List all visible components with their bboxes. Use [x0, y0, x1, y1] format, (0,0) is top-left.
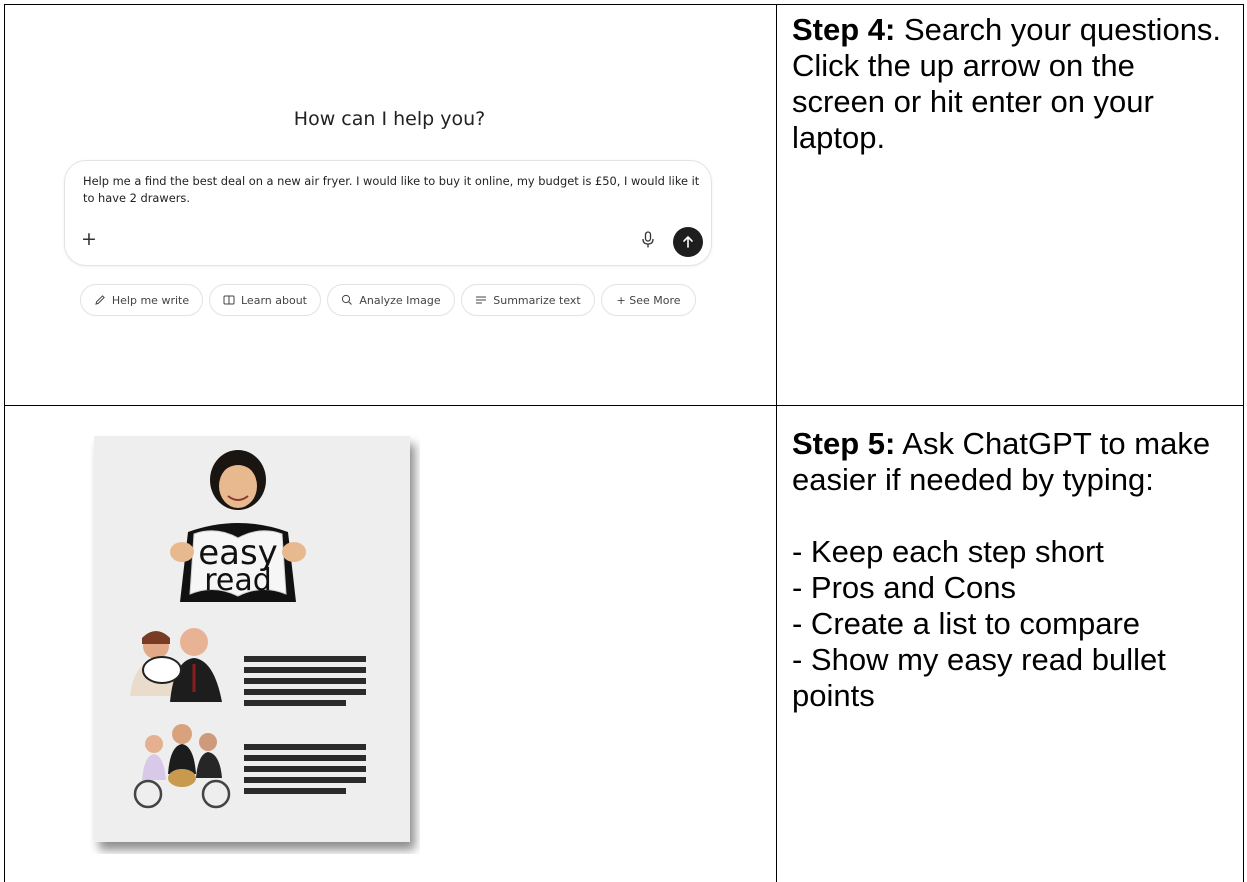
chip-see-more[interactable]: + See More — [601, 284, 696, 316]
chat-screenshot: How can I help you? Help me a find the b… — [4, 4, 775, 406]
step-5-heading: Step 5: — [792, 426, 896, 461]
chip-analyze-image[interactable]: Analyze Image — [327, 284, 455, 316]
step-4-heading: Step 4: — [792, 12, 896, 47]
tip-item: - Create a list to compare — [792, 606, 1141, 641]
tip-item: - Keep each step short — [792, 534, 1104, 569]
chip-label: + See More — [616, 293, 681, 307]
send-button[interactable] — [673, 227, 703, 257]
lines-icon — [476, 296, 487, 304]
step-5-text: Step 5: Ask ChatGPT to make easier if ne… — [792, 426, 1232, 714]
tips-list: - Keep each step short - Pros and Cons -… — [792, 534, 1232, 714]
chip-learn-about[interactable]: Learn about — [209, 284, 321, 316]
tip-item: - Pros and Cons — [792, 570, 1016, 605]
up-arrow-icon — [683, 236, 693, 248]
tip-item: - Show my easy read bullet points — [792, 642, 1166, 713]
easy-read-illustration: easy read — [94, 436, 410, 842]
chip-label: Summarize text — [493, 293, 581, 307]
chip-summarize-text[interactable]: Summarize text — [461, 284, 595, 316]
table-column-divider — [776, 4, 777, 882]
step-4-text: Step 4: Search your questions. Click the… — [792, 12, 1232, 156]
suggestion-chips: Help me write Learn about Analyze Image … — [4, 284, 775, 318]
chip-help-me-write[interactable]: Help me write — [80, 284, 203, 316]
microphone-icon[interactable] — [641, 231, 655, 249]
chip-label: Analyze Image — [359, 293, 441, 307]
pencil-icon — [95, 295, 105, 305]
prompt-box[interactable]: Help me a find the best deal on a new ai… — [64, 160, 712, 266]
book-icon — [223, 295, 235, 305]
chip-label: Help me write — [111, 293, 190, 307]
attach-plus-button[interactable]: + — [81, 229, 97, 249]
chip-label: Learn about — [241, 293, 307, 307]
prompt-text[interactable]: Help me a find the best deal on a new ai… — [83, 173, 703, 207]
chat-title: How can I help you? — [293, 108, 486, 130]
table-right-border — [1243, 4, 1244, 882]
read-word: read — [204, 563, 272, 598]
magnifier-icon — [342, 294, 353, 305]
